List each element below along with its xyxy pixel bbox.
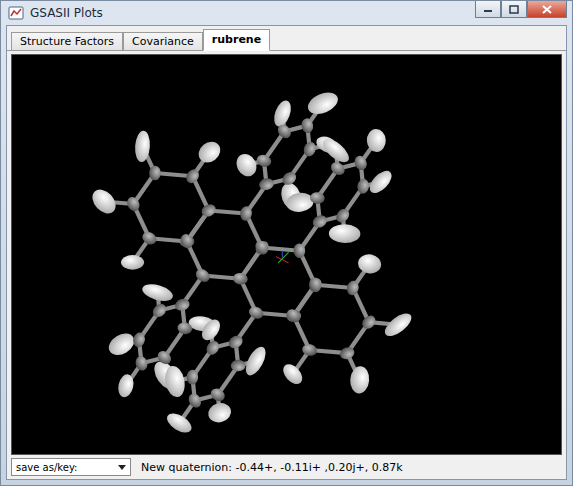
close-icon [542,5,552,14]
tab[interactable]: Covariance [123,32,203,51]
maximize-button[interactable] [501,1,527,18]
title-bar: GSASII Plots [6,1,567,25]
axes-icon [276,251,289,263]
plot-canvas[interactable] [11,54,562,455]
window-controls [475,1,567,18]
status-bar: save as/key: New quaternion: -0.44+, -0.1… [7,455,566,479]
molecule-plot [12,55,561,454]
close-button[interactable] [527,1,567,18]
maximize-icon [509,5,519,14]
minimize-icon [483,5,493,13]
client-area: Structure FactorsCovariancerubrene save a… [6,25,567,480]
bonds [104,103,398,423]
app-icon [8,5,24,21]
dropdown-arrow-icon [118,465,126,470]
save-dropdown[interactable]: save as/key: [11,458,131,476]
tab-strip: Structure FactorsCovariancerubrene [7,26,566,51]
hydrogen-atoms [88,88,415,436]
plot-window: GSASII Plots Structure FactorsCovariancer… [0,0,573,486]
window-title: GSASII Plots [30,6,469,20]
status-message: New quaternion: -0.44+, -0.11i+ ,0.20j+,… [141,461,403,474]
minimize-button[interactable] [475,1,501,18]
carbon-atoms [125,117,378,409]
tab[interactable]: Structure Factors [11,32,123,51]
tab[interactable]: rubrene [203,29,270,51]
